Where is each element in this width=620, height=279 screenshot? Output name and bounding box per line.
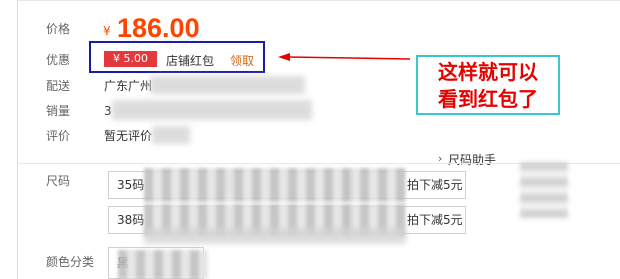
redacted-shipping <box>150 76 305 94</box>
product-thumbnail <box>520 162 568 218</box>
redacted-size-row-1 <box>144 168 406 202</box>
size-option-38-label: 38码 <box>117 213 145 227</box>
redacted-color-row <box>118 250 208 279</box>
size-option-37-discount: 拍下减5元 <box>407 178 463 192</box>
redacted-size-row-3 <box>144 228 406 244</box>
size-option-35-label: 35码 <box>117 178 145 192</box>
redacted-reviews <box>152 126 190 144</box>
shipping-value: 广东广州 <box>104 79 153 93</box>
annotation-line-1: 这样就可以 <box>438 60 538 84</box>
sales-label: 销量 <box>46 104 71 118</box>
size-option-40-discount: 拍下减5元 <box>407 213 463 227</box>
size-guide-link[interactable]: 尺码助手 <box>448 151 496 168</box>
shipping-label: 配送 <box>46 79 71 93</box>
sales-value: 3 <box>104 104 112 118</box>
reviews-label: 评价 <box>46 129 71 143</box>
annotation-line-2: 看到红包了 <box>438 87 538 111</box>
size-label: 尺码 <box>46 174 71 188</box>
redacted-sales <box>112 100 312 120</box>
annotation-callout: 这样就可以 看到红包了 <box>416 55 560 115</box>
reviews-value: 暂无评价 <box>104 129 153 143</box>
color-label: 颜色分类 <box>46 255 95 269</box>
